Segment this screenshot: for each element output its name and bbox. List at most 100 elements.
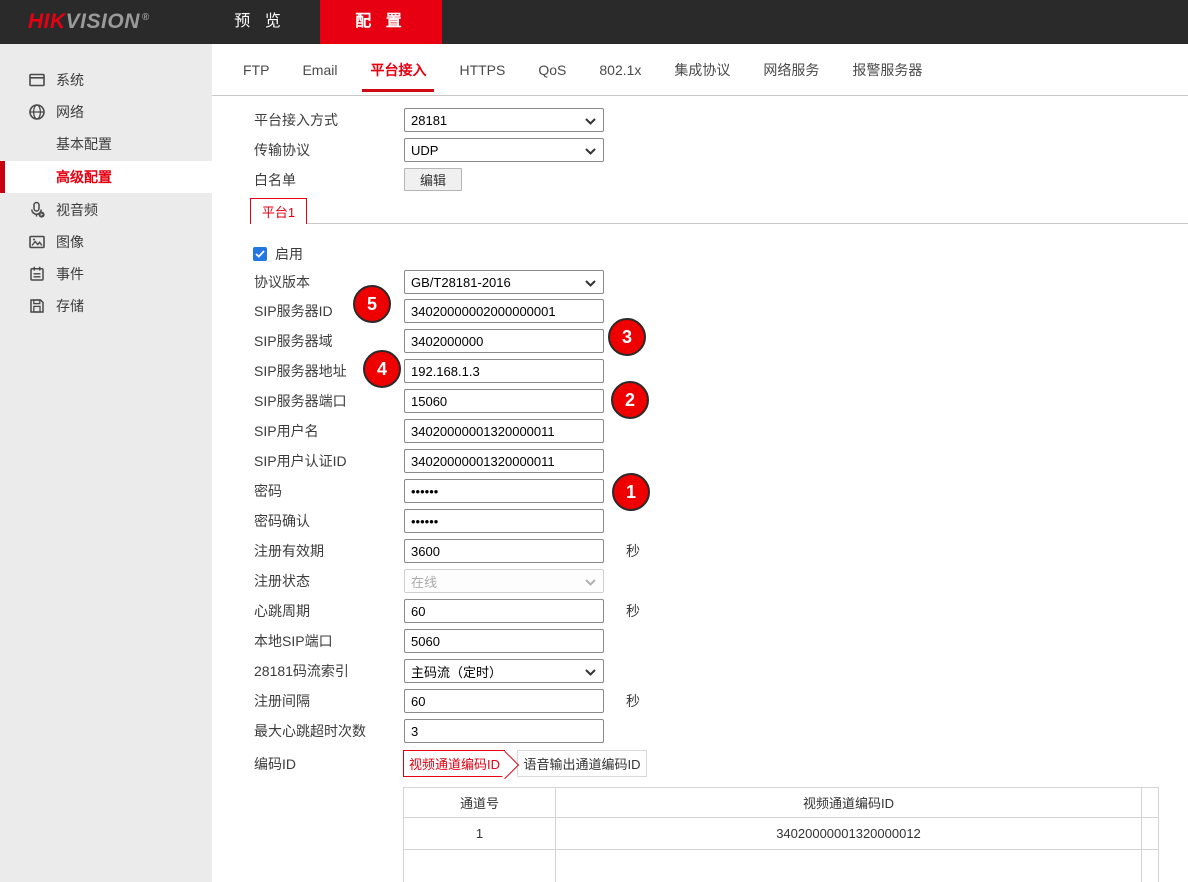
password-confirm-input[interactable] [404,509,604,533]
tab-audio-output-channel-encoding-id[interactable]: 语音输出通道编码ID [517,750,647,777]
sidebar-item-basic-config[interactable]: 基本配置 [0,128,212,160]
local-sip-port-input[interactable] [404,629,604,653]
nav-tab-preview[interactable]: 预 览 [218,0,302,44]
sidebar-item-label: 事件 [56,258,84,290]
sidebar-item-image[interactable]: 图像 [0,226,212,258]
select-value: 28181 [411,113,447,128]
sidebar-item-label: 高级配置 [56,161,112,193]
register-validity-label: 注册有效期 [254,539,324,563]
table-row[interactable]: 1 34020000001320000012 [404,818,1159,850]
page: HIKVISION® 预 览 配 置 系统 网络 基本配置 高级配置 [0,0,1188,882]
system-icon [28,71,46,89]
password-label: 密码 [254,479,282,503]
protocol-version-label: 协议版本 [254,270,310,294]
tab-label: Email [302,62,337,78]
whitelist-edit-button[interactable]: 编辑 [404,168,462,191]
register-interval-label: 注册间隔 [254,689,310,713]
chevron-down-icon [585,148,596,155]
annotation-badge-4: 4 [363,350,401,388]
logo-registered-mark: ® [142,12,150,23]
annotation-badge-1: 1 [612,473,650,511]
table-header-row: 通道号 视频通道编码ID [404,788,1159,818]
logo-text-vision: VISION [66,10,140,34]
register-status-label: 注册状态 [254,569,310,593]
sip-server-domain-label: SIP服务器域 [254,329,333,353]
tab-8021x[interactable]: 802.1x [596,44,644,96]
platform-access-mode-select[interactable]: 28181 [404,108,604,132]
nav-tab-configuration[interactable]: 配 置 [320,0,442,44]
register-validity-unit: 秒 [626,539,640,563]
heartbeat-period-unit: 秒 [626,599,640,623]
settings-tab-bar: FTP Email 平台接入 HTTPS QoS 802.1x 集成协议 网络服… [212,44,1188,96]
tab-email[interactable]: Email [299,44,340,96]
heartbeat-period-input[interactable] [404,599,604,623]
sidebar-item-label: 存储 [56,290,84,322]
sip-username-input[interactable] [404,419,604,443]
tab-integration-protocol[interactable]: 集成协议 [671,44,733,96]
tab-platform-access[interactable]: 平台接入 [367,44,429,96]
tab-https[interactable]: HTTPS [456,44,508,96]
sip-server-port-label: SIP服务器端口 [254,389,347,413]
sip-user-auth-id-input[interactable] [404,449,604,473]
spacer-cell [1142,818,1159,850]
sip-server-address-label: SIP服务器地址 [254,359,347,383]
sidebar-item-video-audio[interactable]: 视音频 [0,194,212,226]
sidebar-item-storage[interactable]: 存储 [0,290,212,322]
stream-index-select[interactable]: 主码流（定时） [404,659,604,683]
video-channel-table: 通道号 视频通道编码ID 1 34020000001320000012 [403,787,1159,882]
heartbeat-period-label: 心跳周期 [254,599,310,623]
enable-checkbox[interactable] [253,247,267,261]
protocol-version-select[interactable]: GB/T28181-2016 [404,270,604,294]
register-status-select: 在线 [404,569,604,593]
transport-protocol-select[interactable]: UDP [404,138,604,162]
tab-video-channel-encoding-id[interactable]: 视频通道编码ID [403,750,505,777]
channel-number-cell [404,850,556,882]
sip-username-label: SIP用户名 [254,419,319,443]
tab-label: 报警服务器 [852,60,922,80]
sip-server-id-input[interactable] [404,299,604,323]
spacer-header [1142,788,1159,818]
select-value: GB/T28181-2016 [411,275,511,290]
tab-platform-1[interactable]: 平台1 [250,198,307,224]
register-validity-input[interactable] [404,539,604,563]
tab-qos[interactable]: QoS [535,44,569,96]
tab-label: FTP [243,62,269,78]
tab-network-service[interactable]: 网络服务 [760,44,822,96]
sidebar-item-network[interactable]: 网络 [0,96,212,128]
sip-server-id-label: SIP服务器ID [254,299,333,323]
sip-user-auth-id-label: SIP用户认证ID [254,449,347,473]
sidebar-item-label: 图像 [56,226,84,258]
tab-label: 网络服务 [763,60,819,80]
annotation-badge-5: 5 [353,285,391,323]
sip-server-port-input[interactable] [404,389,604,413]
video-channel-id-header: 视频通道编码ID [556,788,1142,818]
max-heartbeat-timeout-label: 最大心跳超时次数 [254,719,366,743]
chevron-down-icon [585,118,596,125]
video-channel-id-cell [556,850,1142,882]
sip-server-domain-input[interactable] [404,329,604,353]
tab-alarm-server[interactable]: 报警服务器 [849,44,925,96]
top-bar: HIKVISION® 预 览 配 置 [0,0,1188,44]
register-interval-unit: 秒 [626,689,640,713]
sidebar: 系统 网络 基本配置 高级配置 视音频 图像 [0,44,212,882]
transport-protocol-label: 传输协议 [254,138,310,162]
enable-label: 启用 [275,247,303,261]
video-channel-id-cell: 34020000001320000012 [556,818,1142,850]
sip-server-address-input[interactable] [404,359,604,383]
max-heartbeat-timeout-input[interactable] [404,719,604,743]
password-input[interactable] [404,479,604,503]
tab-label: QoS [538,62,566,78]
tab-ftp[interactable]: FTP [240,44,272,96]
logo-text-hik: HIK [28,10,66,34]
tab-label: HTTPS [459,62,505,78]
microphone-icon [28,201,46,219]
select-value: 主码流（定时） [411,662,502,681]
chevron-down-icon [585,669,596,676]
sidebar-item-event[interactable]: 事件 [0,258,212,290]
register-interval-input[interactable] [404,689,604,713]
active-tab-underline [362,89,434,92]
sidebar-item-advanced-config[interactable]: 高级配置 [0,161,212,193]
table-row-empty [404,850,1159,882]
sidebar-item-system[interactable]: 系统 [0,64,212,96]
chevron-down-icon [585,579,596,586]
